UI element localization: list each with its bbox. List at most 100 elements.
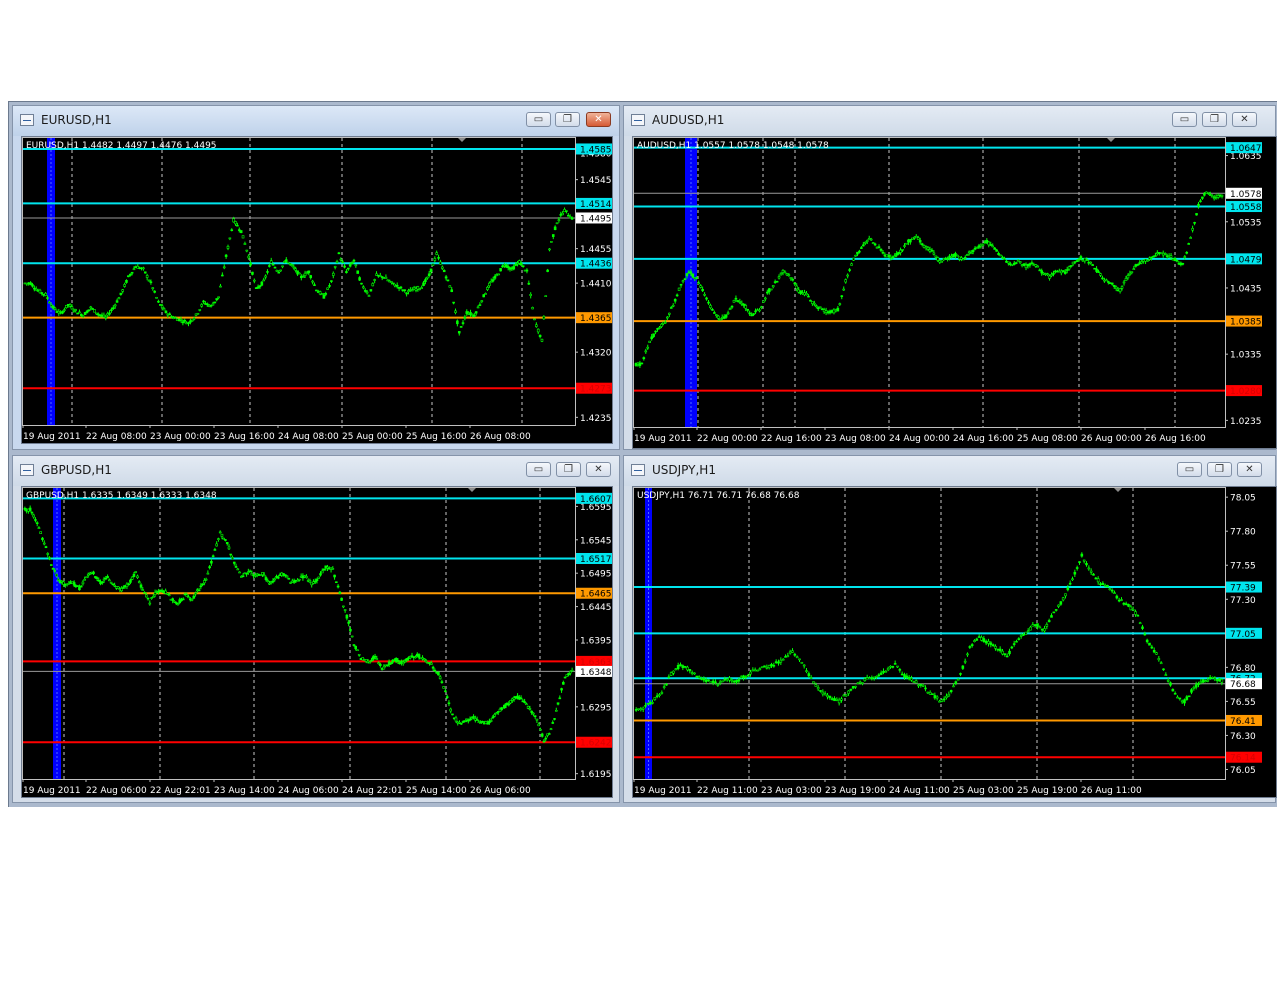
candle-body bbox=[905, 242, 908, 245]
candle-body bbox=[102, 314, 106, 318]
candle-body bbox=[292, 266, 296, 269]
window-titlebar[interactable]: GBPUSD,H1 ▭ ❐ ✕ bbox=[13, 456, 619, 486]
candle-body bbox=[881, 251, 885, 254]
scroll-shift-marker[interactable] bbox=[1114, 488, 1122, 492]
chart-area[interactable]: 1.06351.05781.05351.04791.04351.03851.03… bbox=[632, 136, 1277, 449]
candle-body bbox=[672, 670, 675, 674]
price-chart[interactable]: 1.06351.05781.05351.04791.04351.03851.03… bbox=[633, 137, 1277, 449]
time-tick-label: 22 Aug 00:00 bbox=[697, 434, 758, 444]
candle-body bbox=[1105, 279, 1108, 282]
minimize-button[interactable]: ▭ bbox=[526, 112, 551, 127]
candle-body bbox=[143, 271, 147, 274]
candle-body bbox=[444, 276, 448, 279]
restore-button[interactable]: ❐ bbox=[1202, 112, 1227, 127]
candle-body bbox=[1092, 573, 1095, 576]
candle-body bbox=[556, 702, 560, 705]
window-titlebar[interactable]: USDJPY,H1 ▭ ❐ ✕ bbox=[624, 456, 1275, 486]
candle-body bbox=[199, 585, 203, 588]
candle-body bbox=[125, 279, 128, 283]
candle-body bbox=[1212, 197, 1216, 200]
candle-body bbox=[1146, 259, 1149, 262]
candle-body bbox=[690, 672, 694, 674]
chart-window-audusd[interactable]: AUDUSD,H1 ▭ ❐ ✕ 1.06351.05781.05351.0479… bbox=[623, 105, 1277, 450]
price-chart[interactable]: 78.05 77.80 77.55 77.30 77.05 76.80 76.68 76.55… bbox=[633, 487, 1277, 798]
candle-body bbox=[848, 269, 851, 271]
candle-body bbox=[438, 676, 442, 679]
candle-body bbox=[1120, 599, 1123, 601]
scroll-shift-marker[interactable] bbox=[468, 488, 476, 492]
scroll-shift-marker[interactable] bbox=[1107, 138, 1115, 142]
candle-body bbox=[858, 681, 862, 684]
price-chart[interactable]: 1.65951.65451.64951.64451.63951.63481.62… bbox=[22, 487, 613, 798]
candle-body bbox=[122, 587, 125, 589]
candle-body bbox=[558, 697, 562, 700]
candle-body bbox=[1075, 567, 1079, 569]
candle-body bbox=[539, 729, 542, 731]
candle-body bbox=[1204, 680, 1207, 682]
level-label: 77.05 bbox=[1230, 630, 1256, 640]
restore-button[interactable]: ❐ bbox=[556, 462, 581, 477]
candle-body bbox=[514, 264, 517, 266]
close-button[interactable]: ✕ bbox=[1232, 112, 1257, 127]
price-tick-label: 76.30 bbox=[1230, 732, 1256, 742]
candle-body bbox=[486, 286, 489, 290]
candle-body bbox=[245, 249, 249, 252]
close-button[interactable]: ✕ bbox=[586, 462, 611, 477]
candle-body bbox=[875, 675, 878, 678]
candle-body bbox=[31, 284, 34, 287]
candle-body bbox=[108, 579, 111, 582]
minimize-button[interactable]: ▭ bbox=[1172, 112, 1197, 127]
chart-area[interactable]: 1.45801.45451.44951.44551.44101.43651.43… bbox=[21, 136, 613, 444]
chart-area[interactable]: 1.65951.65451.64951.64451.63951.63481.62… bbox=[21, 486, 613, 798]
candle-body bbox=[117, 297, 121, 300]
candle-body bbox=[751, 669, 755, 672]
candle-body bbox=[234, 566, 238, 568]
candle-body bbox=[266, 271, 269, 273]
candle-body bbox=[997, 252, 1000, 255]
candle-body bbox=[648, 340, 651, 343]
candle-body bbox=[448, 285, 452, 288]
minimize-button[interactable]: ▭ bbox=[526, 462, 551, 477]
candle-body bbox=[208, 566, 211, 569]
candle-body bbox=[142, 267, 145, 270]
candle-body bbox=[1094, 577, 1098, 580]
candle-body bbox=[231, 557, 234, 560]
chart-window-gbpusd[interactable]: GBPUSD,H1 ▭ ❐ ✕ 1.6595 1.6545 1.6495 1.6445… bbox=[12, 455, 620, 803]
candle-body bbox=[109, 581, 113, 584]
chart-area[interactable]: 78.05 77.80 77.55 77.30 77.05 76.80 76.68 76.55… bbox=[632, 486, 1277, 798]
restore-button[interactable]: ❐ bbox=[1207, 462, 1232, 477]
candle-body bbox=[973, 640, 976, 643]
candle-body bbox=[225, 542, 229, 544]
candle-body bbox=[348, 264, 352, 267]
candle-body bbox=[320, 293, 324, 296]
candle-body bbox=[97, 579, 101, 582]
scroll-shift-marker[interactable] bbox=[458, 138, 466, 142]
candle-body bbox=[789, 277, 793, 279]
candle-body bbox=[219, 285, 222, 288]
candle-body bbox=[232, 561, 236, 564]
candle-body bbox=[347, 621, 350, 624]
candle-body bbox=[1164, 674, 1168, 676]
restore-button[interactable]: ❐ bbox=[555, 112, 580, 127]
candle-body bbox=[1118, 288, 1122, 292]
candle-body bbox=[294, 268, 297, 271]
candle-body bbox=[162, 308, 166, 311]
time-tick-label: 22 Aug 08:00 bbox=[86, 432, 147, 442]
candle-body bbox=[279, 269, 282, 272]
candle-body bbox=[49, 304, 53, 307]
close-button[interactable]: ✕ bbox=[586, 112, 611, 127]
close-button[interactable]: ✕ bbox=[1237, 462, 1262, 477]
price-chart[interactable]: 1.45801.45451.44951.44551.44101.43651.43… bbox=[22, 137, 613, 444]
minimize-button[interactable]: ▭ bbox=[1177, 462, 1202, 477]
candle-body bbox=[695, 277, 699, 280]
candle-body bbox=[1061, 597, 1065, 601]
chart-window-usdjpy[interactable]: USDJPY,H1 ▭ ❐ ✕ 78.05 77.80 77.55 77.30 77.0… bbox=[623, 455, 1277, 803]
window-titlebar[interactable]: AUDUSD,H1 ▭ ❐ ✕ bbox=[624, 106, 1275, 136]
candle-body bbox=[425, 276, 429, 279]
candle-body bbox=[470, 717, 474, 719]
candle-body bbox=[222, 537, 226, 540]
candle-body bbox=[173, 600, 176, 603]
candle-body bbox=[371, 283, 375, 287]
chart-window-eurusd[interactable]: EURUSD,H1 ▭ ❐ ✕ 1.45801.45451.44951.4455… bbox=[12, 105, 620, 450]
window-titlebar[interactable]: EURUSD,H1 ▭ ❐ ✕ bbox=[13, 106, 619, 136]
